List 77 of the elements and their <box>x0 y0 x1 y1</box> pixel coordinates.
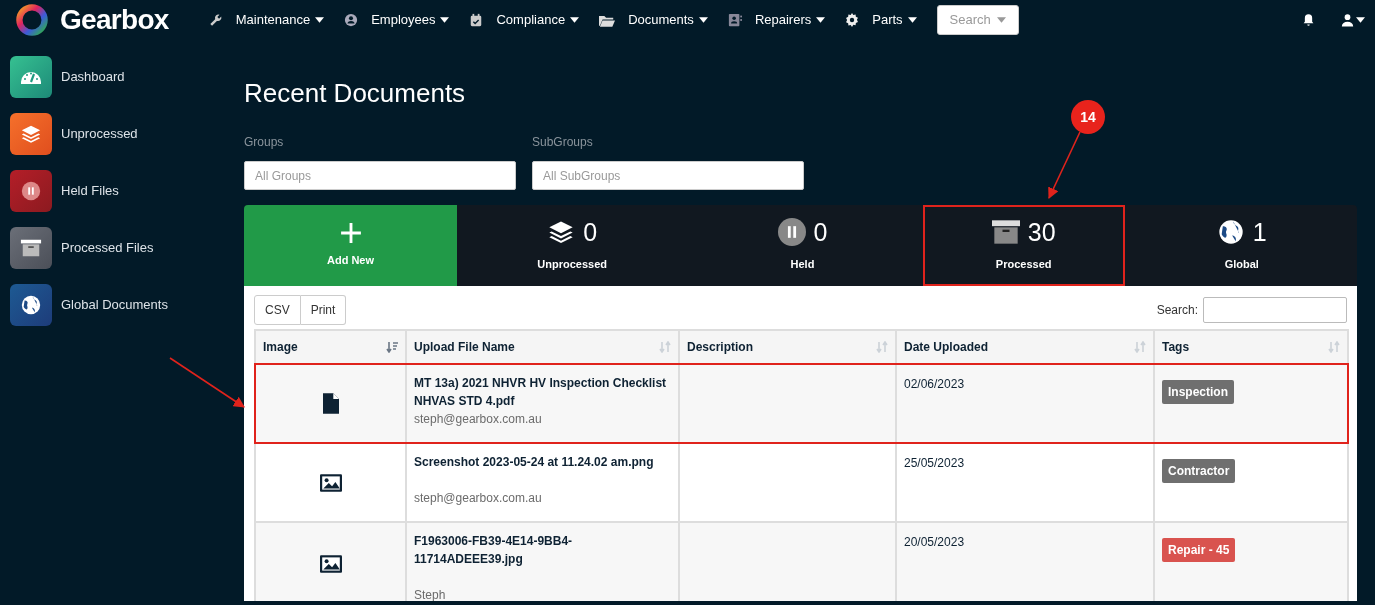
sidebar-item[interactable]: Dashboard <box>10 56 244 98</box>
table-search-field[interactable] <box>1203 297 1347 323</box>
add-new-button[interactable]: Add New <box>244 205 457 286</box>
user-icon <box>1341 13 1354 27</box>
logo-icon <box>14 2 50 38</box>
page-title: Recent Documents <box>244 77 467 109</box>
contact-card-icon <box>727 13 742 27</box>
brand-name: Gearbox <box>60 3 169 37</box>
plus-icon <box>339 222 362 245</box>
stat-label: Global <box>1224 257 1259 273</box>
stat-count: 1 <box>1252 219 1267 245</box>
file-name: F1963006-FB39-4E14-9BB4-11714ADEEE39.jpg <box>414 533 574 568</box>
tag: Inspection <box>1162 380 1234 404</box>
filter-label: SubGroups <box>532 134 594 151</box>
uploader: Steph <box>414 587 447 601</box>
sidebar-item[interactable]: Held Files <box>10 170 244 212</box>
caret-icon <box>698 17 708 23</box>
folder-icon <box>599 13 616 27</box>
filter-field[interactable]: All Groups <box>244 161 516 190</box>
nav-menu[interactable]: Documents <box>599 10 708 30</box>
layers-icon <box>20 123 42 145</box>
upload-date: 02/06/2023 <box>904 377 965 391</box>
caret-icon <box>996 17 1006 23</box>
globe-icon <box>20 294 42 316</box>
gear-icon <box>845 13 860 27</box>
pause-icon <box>777 218 806 247</box>
caret-icon <box>570 17 580 23</box>
annotation-arrow <box>1048 131 1081 199</box>
sidebar-item[interactable]: Global Documents <box>10 284 244 326</box>
user-circle-icon <box>344 13 359 27</box>
image-icon <box>319 554 342 573</box>
tag: Repair - 45 <box>1162 538 1236 562</box>
uploader: steph@gearbox.com.au <box>414 490 543 507</box>
stat-label: Unprocessed <box>537 257 607 273</box>
export-button[interactable]: CSV <box>254 295 301 325</box>
caret-icon <box>315 17 325 23</box>
caret-icon <box>440 17 450 23</box>
sidebar-item[interactable]: Processed Files <box>10 227 244 269</box>
stat-card[interactable]: 1 Global <box>1126 205 1357 286</box>
wrench-icon <box>208 13 223 27</box>
stat-card[interactable]: 0 Held <box>687 205 918 286</box>
stat-count: 0 <box>813 219 828 245</box>
bell-icon[interactable] <box>1302 13 1315 27</box>
file-name: MT 13a) 2021 NHVR HV Inspection Checklist NHVAS STD 4.pdf <box>414 375 668 410</box>
filter-label: Groups <box>244 134 285 151</box>
nav-menu[interactable]: Employees <box>344 10 450 30</box>
calendar-check-icon <box>469 13 484 27</box>
nav-menu[interactable]: Compliance <box>469 10 580 30</box>
file-name: Screenshot 2023-05-24 at 11.24.02 am.png <box>414 454 655 471</box>
tag: Contractor <box>1162 459 1236 483</box>
search-label: Search: <box>1156 302 1198 319</box>
archive-box-icon <box>991 218 1020 247</box>
caret-icon <box>816 17 826 23</box>
export-button[interactable]: Print <box>300 295 347 325</box>
uploader: steph@gearbox.com.au <box>414 411 543 428</box>
upload-date: 20/05/2023 <box>904 535 965 549</box>
archive-box-icon <box>20 237 42 259</box>
nav-menu[interactable]: Parts <box>845 10 917 30</box>
pause-icon <box>20 180 42 202</box>
upload-date: 25/05/2023 <box>904 456 965 470</box>
stat-card[interactable]: 0 Unprocessed <box>457 205 688 286</box>
caret-icon <box>1356 17 1365 23</box>
image-icon <box>319 473 342 492</box>
user-menu[interactable] <box>1341 13 1365 27</box>
file-icon <box>322 393 339 414</box>
nav-menu[interactable]: Maintenance <box>208 10 325 30</box>
stat-count: 0 <box>583 219 598 245</box>
caret-icon <box>907 17 917 23</box>
filter-field[interactable]: All SubGroups <box>532 161 804 190</box>
stat-label: Processed <box>995 257 1052 273</box>
sidebar-item[interactable]: Unprocessed <box>10 113 244 155</box>
stat-label: Held <box>790 257 815 273</box>
stat-count: 30 <box>1027 219 1056 245</box>
nav-menu[interactable]: Repairers <box>727 10 826 30</box>
callout-badge: 14 <box>1071 100 1105 134</box>
stat-card[interactable]: 30 Processed <box>922 205 1125 286</box>
globe-icon <box>1216 218 1245 247</box>
